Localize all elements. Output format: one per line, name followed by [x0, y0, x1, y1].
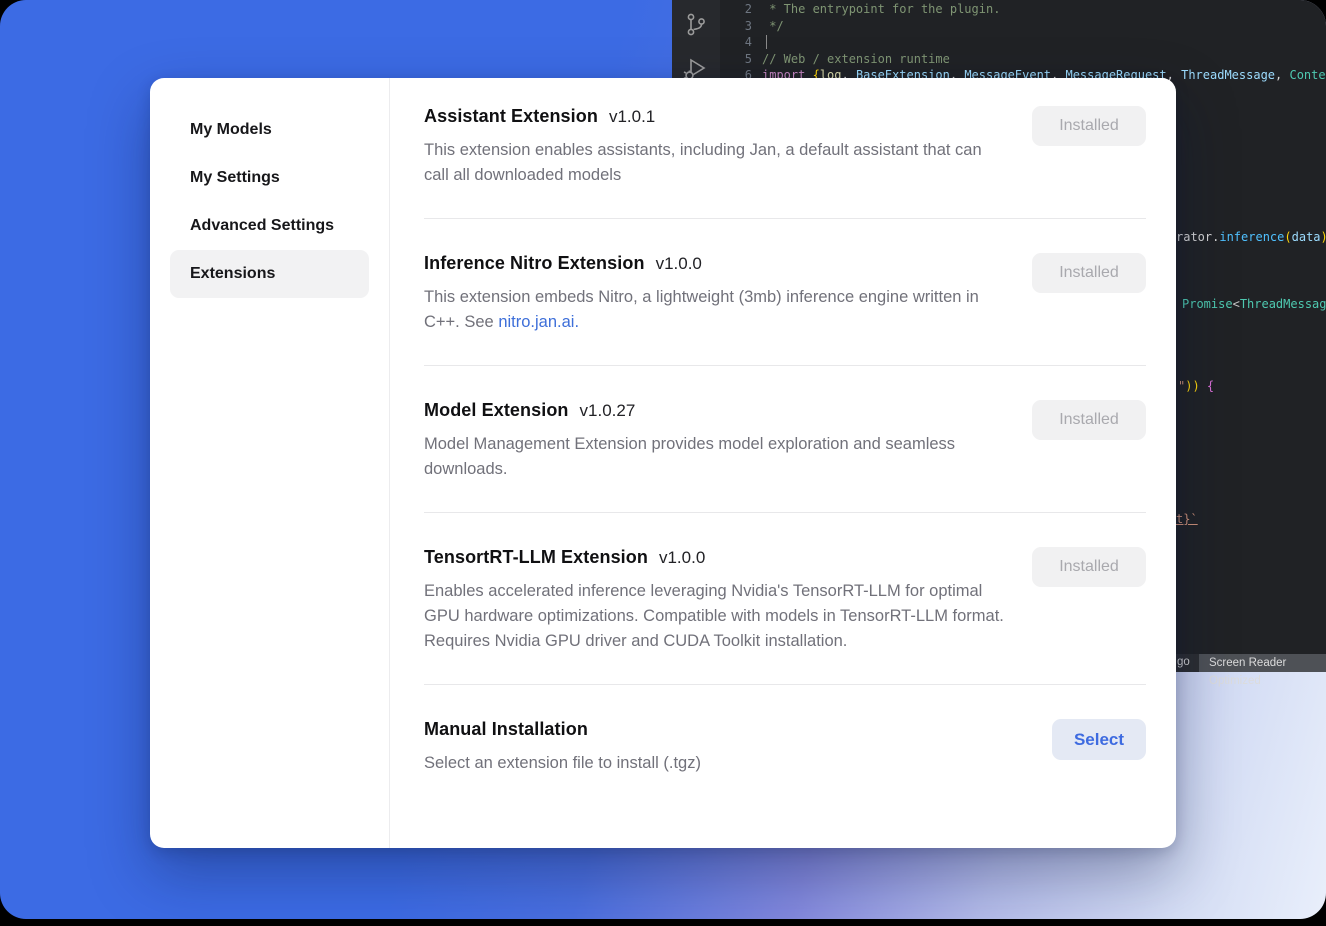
extension-version: v1.0.1 — [609, 107, 655, 127]
line-number: 5 — [720, 51, 752, 68]
extension-title: Inference Nitro Extension v1.0.0 — [424, 253, 1004, 274]
extension-text: Model Extension v1.0.27 Model Management… — [424, 400, 1004, 482]
extension-description: Select an extension file to install (.tg… — [424, 751, 701, 776]
sidebar-item-my-models[interactable]: My Models — [170, 106, 369, 154]
extension-name: Model Extension — [424, 400, 569, 421]
code-lines: 2 * The entrypoint for the plugin.3 */45… — [720, 1, 1326, 84]
line-number: 3 — [720, 18, 752, 35]
sidebar-item-label: My Models — [190, 121, 272, 139]
extension-name: Assistant Extension — [424, 106, 598, 127]
line-source — [752, 34, 762, 51]
code-fragment: ")) { — [1178, 378, 1214, 394]
extension-row: TensortRT-LLM Extension v1.0.0 Enables a… — [424, 513, 1146, 685]
extension-row: Model Extension v1.0.27 Model Management… — [424, 366, 1146, 513]
extension-text: Inference Nitro Extension v1.0.0 This ex… — [424, 253, 1004, 335]
extension-title: Assistant Extension v1.0.1 — [424, 106, 1004, 127]
extension-description: Enables accelerated inference leveraging… — [424, 579, 1004, 654]
extension-text: Manual Installation Select an extension … — [424, 719, 701, 776]
line-number: 2 — [720, 1, 752, 18]
extension-link[interactable]: nitro.jan.ai. — [498, 313, 579, 331]
code-fragment: t}` — [1176, 511, 1198, 527]
text-cursor — [766, 35, 767, 49]
installed-button[interactable]: Installed — [1032, 400, 1146, 440]
sidebar-item-extensions[interactable]: Extensions — [170, 250, 369, 298]
extension-title: TensortRT-LLM Extension v1.0.0 — [424, 547, 1004, 568]
settings-modal: My Models My Settings Advanced Settings … — [150, 78, 1176, 848]
line-source: // Web / extension runtime — [752, 51, 950, 68]
select-extension-file-button[interactable]: Select — [1052, 719, 1146, 760]
line-number: 4 — [720, 34, 752, 51]
app-window: 2 * The entrypoint for the plugin.3 */45… — [0, 0, 1326, 919]
sidebar-item-label: My Settings — [190, 169, 280, 187]
extension-title: Manual Installation — [424, 719, 701, 740]
extension-row: Inference Nitro Extension v1.0.0 This ex… — [424, 219, 1146, 366]
installed-button[interactable]: Installed — [1032, 547, 1146, 587]
extension-version: v1.0.27 — [580, 401, 636, 421]
extension-description: This extension embeds Nitro, a lightweig… — [424, 285, 1004, 335]
extension-row: Assistant Extension v1.0.1 This extensio… — [424, 78, 1146, 219]
settings-sidebar: My Models My Settings Advanced Settings … — [150, 78, 390, 848]
sidebar-item-my-settings[interactable]: My Settings — [170, 154, 369, 202]
screen-reader-optimized-item[interactable]: Screen Reader Optimized — [1199, 654, 1326, 672]
sidebar-item-label: Advanced Settings — [190, 217, 334, 235]
extensions-list: Assistant Extension v1.0.1 This extensio… — [390, 78, 1176, 848]
code-line: 2 * The entrypoint for the plugin. — [720, 1, 1326, 18]
extension-name: TensortRT-LLM Extension — [424, 547, 648, 568]
extension-description: This extension enables assistants, inclu… — [424, 138, 1004, 188]
installed-button[interactable]: Installed — [1032, 253, 1146, 293]
code-fragment: Promise<ThreadMessage> — [1182, 296, 1326, 312]
extension-text: Assistant Extension v1.0.1 This extensio… — [424, 106, 1004, 188]
source-control-icon[interactable] — [684, 12, 708, 38]
code-line: 5// Web / extension runtime — [720, 51, 1326, 68]
extension-name: Manual Installation — [424, 719, 588, 740]
code-line: 3 */ — [720, 18, 1326, 35]
extension-title: Model Extension v1.0.27 — [424, 400, 1004, 421]
sidebar-item-label: Extensions — [190, 265, 275, 283]
extension-description: Model Management Extension provides mode… — [424, 432, 1004, 482]
extension-version: v1.0.0 — [656, 254, 702, 274]
extension-name: Inference Nitro Extension — [424, 253, 645, 274]
extension-row: Manual Installation Select an extension … — [424, 685, 1146, 806]
sidebar-item-advanced-settings[interactable]: Advanced Settings — [170, 202, 369, 250]
extension-version: v1.0.0 — [659, 548, 705, 568]
installed-button[interactable]: Installed — [1032, 106, 1146, 146]
code-line: 4 — [720, 34, 1326, 51]
code-fragment: rator.inference(data)); — [1176, 229, 1326, 245]
status-bar-fragment[interactable]: go — [1177, 656, 1190, 668]
line-source: */ — [752, 18, 784, 35]
extension-text: TensortRT-LLM Extension v1.0.0 Enables a… — [424, 547, 1004, 654]
line-source: * The entrypoint for the plugin. — [752, 1, 1000, 18]
